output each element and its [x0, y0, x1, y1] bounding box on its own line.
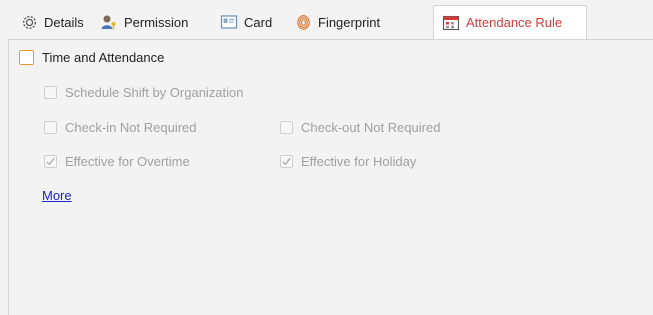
- tab-attendance-rule-label: Attendance Rule: [466, 15, 563, 30]
- tab-fingerprint[interactable]: Fingerprint: [286, 5, 388, 39]
- schedule-shift-checkbox: [44, 86, 57, 99]
- checkin-not-required-label: Check-in Not Required: [65, 120, 197, 135]
- tab-permission[interactable]: Permission: [92, 5, 196, 39]
- effective-overtime-checkbox: [44, 155, 57, 168]
- checkin-not-required-checkbox: [44, 121, 57, 134]
- effective-overtime-row: Effective for Overtime: [44, 154, 190, 169]
- time-attendance-label: Time and Attendance: [42, 50, 165, 65]
- tab-details[interactable]: Details: [12, 5, 92, 39]
- tab-permission-label: Permission: [124, 14, 189, 30]
- tab-attendance-rule[interactable]: Attendance Rule: [433, 5, 587, 39]
- card-icon: [220, 13, 238, 31]
- checkin-not-required-row: Check-in Not Required: [44, 120, 197, 135]
- checkout-not-required-row: Check-out Not Required: [280, 120, 440, 135]
- tab-fingerprint-label: Fingerprint: [318, 14, 381, 30]
- calendar-icon: [442, 14, 460, 32]
- checkout-not-required-checkbox: [280, 121, 293, 134]
- schedule-shift-label: Schedule Shift by Organization: [65, 85, 244, 100]
- more-link[interactable]: More: [42, 188, 72, 203]
- time-attendance-checkbox[interactable]: [19, 50, 34, 65]
- effective-overtime-label: Effective for Overtime: [65, 154, 190, 169]
- checkmark-icon: [46, 157, 55, 166]
- checkmark-icon: [282, 157, 291, 166]
- fingerprint-icon: [294, 13, 312, 31]
- checkout-not-required-label: Check-out Not Required: [301, 120, 441, 135]
- time-attendance-row[interactable]: Time and Attendance: [19, 50, 164, 65]
- gear-icon: [20, 13, 38, 31]
- tab-card-label: Card: [244, 14, 273, 30]
- effective-holiday-row: Effective for Holiday: [280, 154, 416, 169]
- tab-card[interactable]: Card: [212, 5, 280, 39]
- effective-holiday-label: Effective for Holiday: [301, 154, 417, 169]
- schedule-shift-row: Schedule Shift by Organization: [44, 85, 244, 100]
- effective-holiday-checkbox: [280, 155, 293, 168]
- user-key-icon: [100, 13, 118, 31]
- tab-details-label: Details: [44, 14, 84, 30]
- tab-bar: Details Permission Card Fingerprint Atte…: [0, 0, 653, 39]
- attendance-rule-panel: [8, 39, 653, 315]
